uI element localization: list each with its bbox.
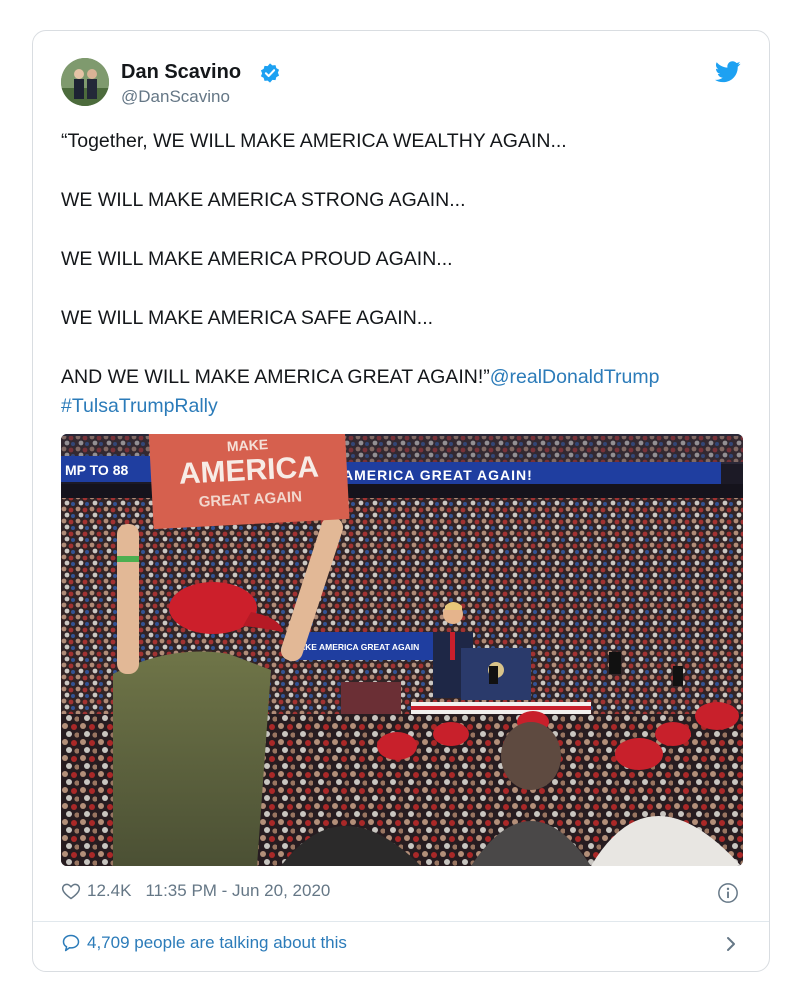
tweet-line: “Together, WE WILL MAKE AMERICA WEALTHY … [61,130,567,152]
stage-banner-text: AKE AMERICA GREAT AGAIN [299,642,419,652]
mention-link[interactable]: @realDonaldTrump [490,366,660,388]
verified-badge-icon [260,63,280,83]
banner-right-text: AMERICA GREAT AGAIN! [343,467,533,483]
divider [33,921,769,922]
tweet-photo[interactable]: MP TO 88 AMERICA GREAT AGAIN! AKE AMERIC… [61,434,743,866]
avatar[interactable] [61,58,109,106]
tweet-line: WE WILL MAKE AMERICA SAFE AGAIN... [61,307,434,329]
banner-left-text: MP TO 88 [65,462,129,478]
hashtag-link[interactable]: #TulsaTrumpRally [61,395,218,417]
chevron-right-icon[interactable] [723,934,739,954]
author-handle[interactable]: @DanScavino [121,87,230,107]
speech-bubble-icon [62,934,80,952]
tweet-line: WE WILL MAKE AMERICA PROUD AGAIN... [61,248,453,270]
tweet-line: WE WILL MAKE AMERICA STRONG AGAIN... [61,189,466,211]
like-count[interactable]: 12.4K [87,881,131,901]
tweet-timestamp[interactable]: 11:35 PM - Jun 20, 2020 [145,881,330,901]
conversation-text[interactable]: 4,709 people are talking about this [87,933,347,953]
tweet-meta: 12.4K 11:35 PM - Jun 20, 2020 [61,881,330,901]
tweet-card: Dan Scavino @DanScavino “Together, WE WI… [32,30,770,972]
info-icon[interactable] [717,882,739,904]
tweet-final-line: AND WE WILL MAKE AMERICA GREAT AGAIN!”@r… [61,363,751,421]
conversation-link[interactable]: 4,709 people are talking about this [61,933,347,953]
heart-icon[interactable] [61,881,81,901]
tweet-text: “Together, WE WILL MAKE AMERICA WEALTHY … [61,127,751,421]
tweet-line: AND WE WILL MAKE AMERICA GREAT AGAIN!” [61,366,490,388]
twitter-bird-icon[interactable] [715,61,741,83]
sign-line: MAKE [226,436,268,454]
author-name[interactable]: Dan Scavino [121,61,241,84]
